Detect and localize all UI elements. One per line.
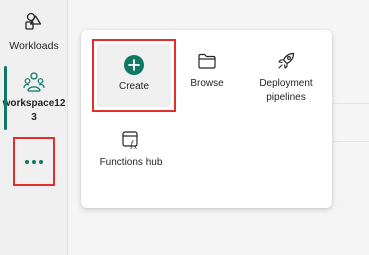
tile-label: Deployment pipelines	[259, 78, 313, 103]
rail-item-workloads[interactable]: Workloads	[0, 10, 68, 60]
background-divider	[333, 103, 369, 104]
tile-hover-bg	[97, 44, 171, 107]
deployment-pipelines-tile[interactable]: Deployment pipelines	[247, 51, 325, 107]
svg-text:x: x	[134, 145, 137, 150]
background-divider	[333, 141, 369, 142]
folder-icon	[198, 53, 216, 69]
rail-item-workspace[interactable]: workspace123	[0, 66, 68, 130]
functions-hub-tile[interactable]: f x Functions hub	[96, 130, 166, 186]
more-flyout-panel: Create Browse Deployment pipelines f x F…	[81, 30, 332, 208]
functions-hub-icon: f x	[122, 131, 138, 150]
tile-label: Functions hub	[99, 157, 163, 168]
tile-label: Create	[118, 81, 149, 92]
selected-indicator	[4, 66, 7, 130]
tile-label: Browse	[190, 78, 224, 89]
browse-tile[interactable]: Browse	[181, 51, 233, 101]
workspace-people-icon	[23, 72, 45, 92]
workloads-icon	[25, 12, 42, 30]
app-root: Workloads workspace123 Create Browse Dep…	[0, 0, 369, 255]
create-tile[interactable]: Create	[92, 39, 176, 112]
add-circle-icon	[124, 55, 144, 75]
rocket-icon	[278, 52, 295, 69]
rail-item-label: workspace123	[2, 98, 66, 123]
rail-item-label: Workloads	[9, 40, 59, 52]
more-button[interactable]	[13, 137, 55, 186]
left-nav-rail: Workloads workspace123	[0, 0, 68, 255]
more-dots-icon	[25, 159, 43, 164]
